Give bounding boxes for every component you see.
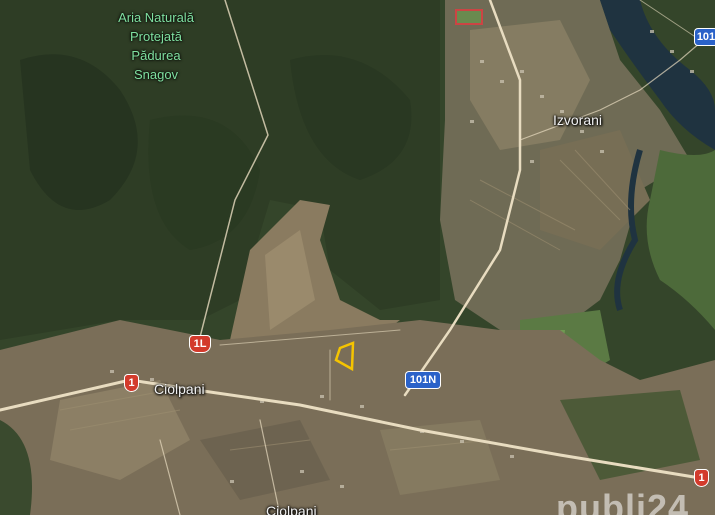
protected-area-line-2: Protejată [129,29,183,44]
road-shield-1-west: 1 [125,375,138,391]
protected-area-line-1: Aria Naturală [118,10,194,25]
place-label-ciolpani: Ciolpani [154,381,205,397]
road-shield-1-east: 1 [695,470,708,486]
protected-area-label: Aria Naturală Protejată Pădurea Snagov [96,8,216,84]
road-shield-101n: 101N [406,372,440,388]
place-label-izvorani: Izvorani [553,112,603,128]
protected-area-line-4: Snagov [133,67,179,82]
place-label-ciolpani-south: Ciolpani [266,503,317,515]
protected-area-line-3: Pădurea [131,48,181,63]
road-shield-101: 101 [695,29,715,45]
watermark: publi24 [555,487,689,515]
road-shield-1l: 1L [190,336,210,352]
satellite-map[interactable]: Aria Naturală Protejată Pădurea Snagov I… [0,0,715,515]
